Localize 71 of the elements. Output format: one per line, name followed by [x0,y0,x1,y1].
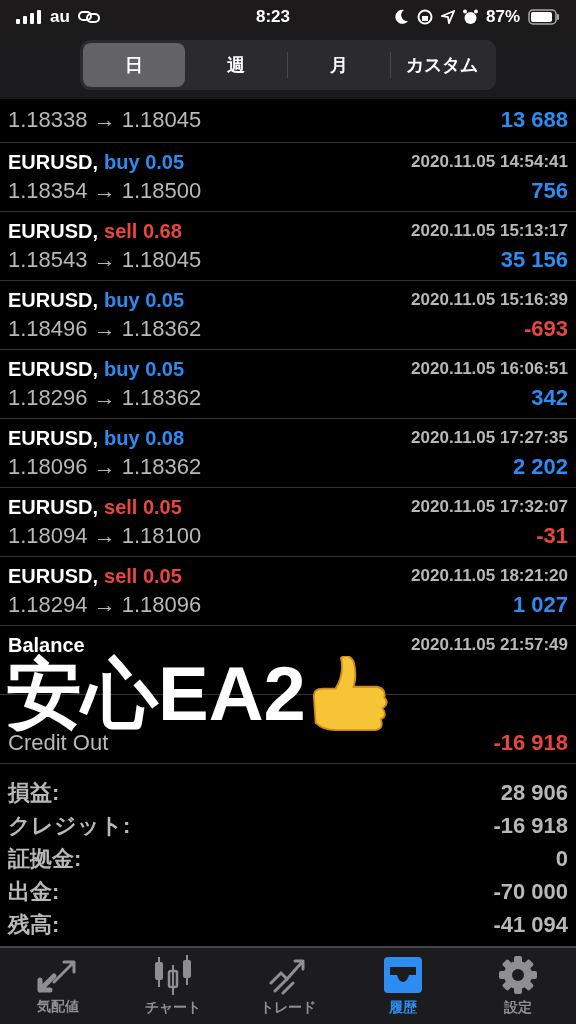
period-tab[interactable]: 週 [185,43,287,87]
symbol: EURUSD, [8,357,98,382]
alarm-icon [462,9,478,25]
order-volume: sell 0.05 [104,495,182,520]
settings-icon [498,954,539,995]
summary-label: 証拠金: [8,845,82,873]
profit-amount: 756 [531,176,568,205]
summary-value: 0 [555,845,568,873]
trade-time: 2020.11.05 21:57:49 [411,634,568,657]
symbol: EURUSD, [8,288,98,313]
summary-label: 出金: [8,878,60,906]
trade-time: 2020.11.05 14:54:41 [411,151,568,174]
clock: 8:23 [256,6,290,29]
tab-bar-item[interactable]: 履歴 [345,948,461,1024]
profit-amount: -31 [536,521,568,550]
symbol: EURUSD, [8,150,98,175]
profit-amount: 13 688 [500,106,568,134]
price-range: 1.18296 → 1.18362 [8,383,202,412]
period-tab[interactable]: 月 [288,43,390,87]
order-volume: buy 0.05 [104,150,185,175]
profit-amount: 35 156 [500,245,568,274]
rotation-lock-icon [416,9,433,25]
order-volume: sell 0.68 [104,219,182,244]
profit-amount: -16 918 [493,728,568,757]
battery-icon [528,9,560,25]
price-range: 1.18094 → 1.18100 [8,521,202,550]
thumbs-up-icon [311,656,388,732]
summary-label: 残高: [8,911,60,939]
order-volume: buy 0.05 [104,357,185,382]
trade-time: 2020.11.05 16:06:51 [411,358,568,381]
price-range: 1.18096 → 1.18362 [8,452,202,481]
period-tab[interactable]: 日 [83,43,185,87]
symbol: EURUSD, [8,219,98,244]
carrier: au [50,6,70,29]
summary-label: クレジット: [8,812,131,840]
link-icon [77,10,100,24]
price-range: 1.18338 → 1.18045 [8,106,202,134]
tab-bar-item[interactable]: トレード [230,948,346,1024]
order-volume: buy 0.08 [104,426,185,451]
trade-time: 2020.11.05 17:27:35 [411,427,568,450]
trade-time: 2020.11.05 15:16:39 [411,289,568,312]
profit-amount: 342 [531,383,568,412]
trade-time: 2020.11.05 15:13:17 [411,220,568,243]
tab-bar-item[interactable]: 設定 [460,948,576,1024]
signal-icon [16,10,42,24]
price-range: 1.18294 → 1.18096 [8,590,202,619]
tab-bar-item[interactable]: 気配値 [0,948,116,1024]
summary-value: -70 000 [493,878,568,906]
symbol: EURUSD, [8,564,98,589]
summary-value: 28 906 [500,779,568,807]
price-range: 1.18354 → 1.18500 [8,176,202,205]
profit-amount: -693 [523,314,568,343]
symbol: EURUSD, [8,495,98,520]
location-icon [440,10,455,24]
summary-value: -16 918 [493,812,568,840]
moon-icon [394,9,409,25]
order-volume: sell 0.05 [104,564,182,589]
symbol: EURUSD, [8,426,98,451]
profit-amount: 1 027 [512,590,568,619]
battery-percent: 87% [485,6,520,29]
tab-bar-item[interactable]: チャート [115,948,231,1024]
price-range: 1.18543 → 1.18045 [8,245,202,274]
profit-amount: 2 202 [512,452,568,481]
trade-time: 2020.11.05 17:32:07 [411,496,568,519]
inbox-icon [382,954,425,995]
period-tab[interactable]: カスタム [391,43,493,87]
order-volume: buy 0.05 [104,288,185,313]
summary-label: 損益: [8,779,60,807]
price-range: 1.18496 → 1.18362 [8,314,202,343]
summary-value: -41 094 [493,911,568,939]
trade-time: 2020.11.05 18:21:20 [411,565,568,588]
